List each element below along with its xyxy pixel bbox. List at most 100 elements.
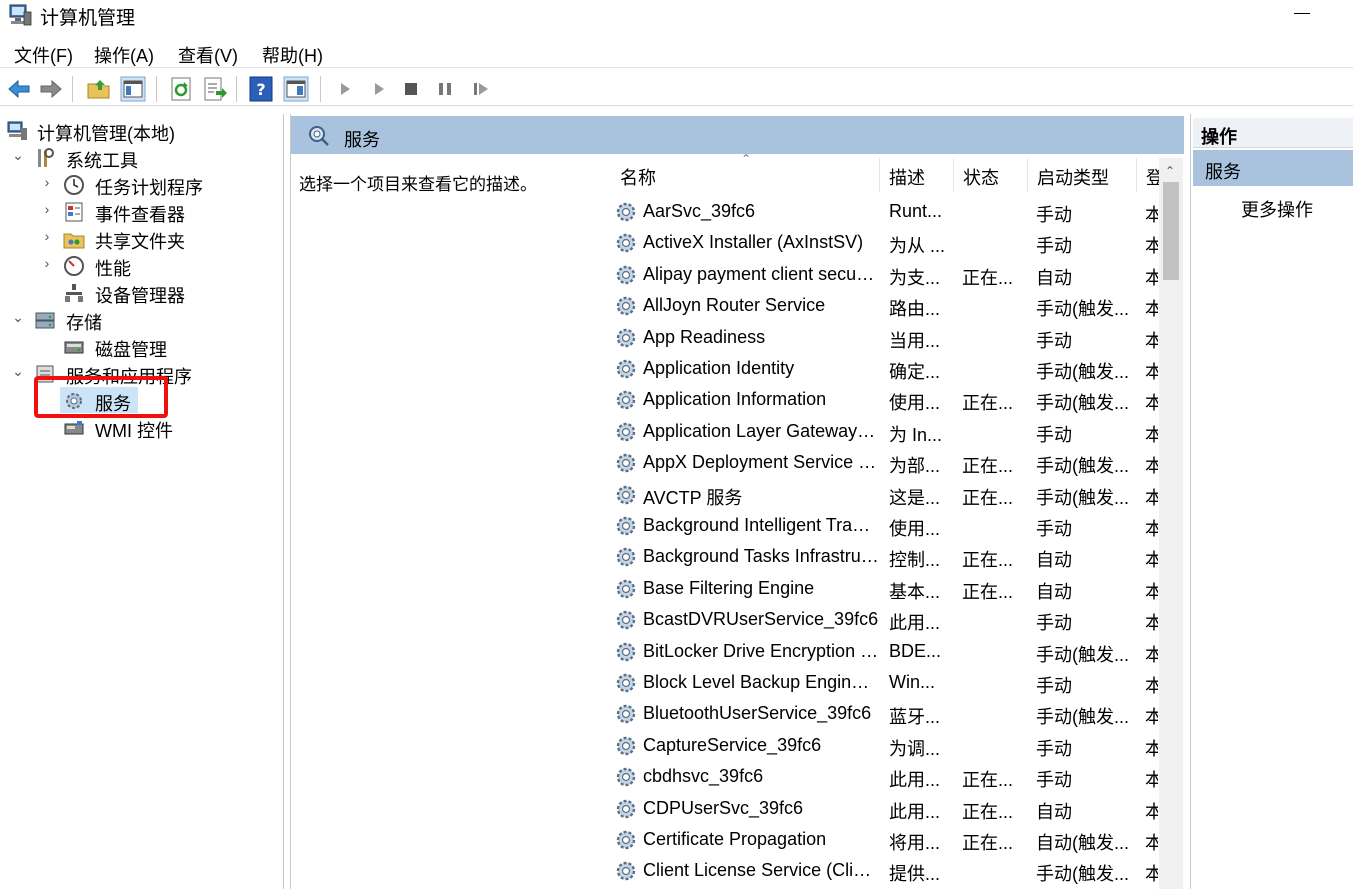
- service-row[interactable]: AllJoyn Router Service 路由... 手动(触发... 本: [612, 290, 1158, 321]
- service-row[interactable]: AppX Deployment Service (AppXSVC) 为部... 正在…: [612, 447, 1158, 478]
- service-logon: 本: [1145, 770, 1158, 791]
- forward-arrow-icon[interactable]: [38, 76, 64, 102]
- actions-pane: 操作 服务 更多操作: [1190, 114, 1353, 889]
- service-row[interactable]: ActiveX Installer (AxInstSV) 为从 ... 手动 本: [612, 227, 1158, 258]
- computer-management-icon: [7, 121, 27, 140]
- start-service-alt-icon[interactable]: [366, 76, 392, 102]
- service-startup-type: 自动: [1036, 801, 1072, 822]
- column-status[interactable]: 状态: [955, 158, 1028, 192]
- service-row[interactable]: App Readiness 当用... 手动 本: [612, 322, 1158, 353]
- chevron-down-icon[interactable]: ⌄: [11, 309, 25, 326]
- export-list-icon[interactable]: [202, 76, 228, 102]
- service-description: 为支...: [889, 267, 941, 288]
- resume-service-icon[interactable]: [468, 76, 494, 102]
- service-name: Certificate Propagation: [643, 829, 827, 849]
- service-logon: 本: [1145, 613, 1158, 634]
- service-startup-type: 手动: [1036, 613, 1072, 634]
- start-service-icon[interactable]: [332, 76, 358, 102]
- menu-file[interactable]: 文件(F): [14, 42, 73, 68]
- service-name: BcastDVRUserService_39fc6: [643, 609, 879, 630]
- menu-help[interactable]: 帮助(H): [262, 42, 323, 68]
- service-status: 正在...: [962, 393, 1014, 414]
- performance-gauge-icon: [64, 256, 84, 276]
- service-row[interactable]: CDPUserSvc_39fc6 此用... 正在... 自动 本: [612, 793, 1158, 824]
- service-row[interactable]: AVCTP 服务 这是... 正在... 手动(触发... 本: [612, 479, 1158, 510]
- service-startup-type: 自动(触发...: [1036, 833, 1129, 853]
- service-name: CaptureService_39fc6: [643, 734, 822, 755]
- service-description: 当用...: [889, 330, 941, 351]
- chevron-down-icon[interactable]: ⌄: [11, 147, 25, 164]
- service-row[interactable]: cbdhsvc_39fc6 此用... 正在... 手动 本: [612, 761, 1158, 792]
- shared-folder-icon: [63, 233, 85, 249]
- chevron-right-icon[interactable]: ›: [40, 228, 54, 244]
- service-name: Application Identity: [643, 358, 795, 378]
- service-row[interactable]: BitLocker Drive Encryption Service BDE...…: [612, 636, 1158, 667]
- show-tree-icon[interactable]: [120, 76, 146, 102]
- chevron-down-icon[interactable]: ⌄: [11, 363, 25, 380]
- service-logon: 本: [1145, 424, 1158, 445]
- gear-icon: [614, 671, 638, 695]
- navigation-tree: 计算机管理(本地) ⌄ 系统工具 › 任务计划程序 › 事件查看器 › 共享文件…: [0, 114, 284, 889]
- scroll-up-icon[interactable]: ⌃: [1165, 164, 1175, 178]
- minimize-button[interactable]: [1290, 0, 1318, 28]
- column-startup-type[interactable]: 启动类型: [1029, 158, 1137, 192]
- service-row[interactable]: Client License Service (ClipSVC) 提供... 手动(…: [612, 855, 1158, 886]
- service-logon: 本: [1145, 644, 1158, 665]
- service-logon: 本: [1145, 393, 1158, 414]
- column-name[interactable]: 名称: [612, 158, 880, 192]
- service-status: 正在...: [962, 581, 1014, 602]
- svg-text:?: ?: [256, 80, 265, 99]
- description-hint: 选择一个项目来查看它的描述。: [299, 175, 537, 194]
- service-row[interactable]: Background Intelligent Transfer Service 使…: [612, 510, 1158, 541]
- gear-icon: [614, 640, 638, 664]
- vertical-scrollbar[interactable]: ⌃: [1159, 158, 1183, 889]
- up-folder-icon[interactable]: [86, 76, 112, 102]
- chevron-right-icon[interactable]: ›: [40, 201, 54, 217]
- service-row[interactable]: Background Tasks Infrastructure Service 控…: [612, 541, 1158, 572]
- service-row[interactable]: BcastDVRUserService_39fc6 此用... 手动 本: [612, 604, 1158, 635]
- service-name: cbdhsvc_39fc6: [643, 766, 764, 787]
- service-logon: 本: [1145, 299, 1158, 320]
- service-row[interactable]: Certificate Propagation 将用... 正在... 自动(触发..…: [612, 824, 1158, 855]
- back-arrow-icon[interactable]: [6, 76, 32, 102]
- gear-icon: [614, 608, 638, 632]
- service-startup-type: 自动: [1036, 267, 1072, 288]
- actions-section-services[interactable]: 服务: [1193, 150, 1353, 186]
- service-description: 确定...: [889, 362, 941, 382]
- service-row[interactable]: Block Level Backup Engine Service Win... 手…: [612, 667, 1158, 698]
- service-status: 正在...: [962, 487, 1014, 508]
- column-logon[interactable]: 登: [1138, 158, 1164, 192]
- stop-service-icon[interactable]: [398, 76, 424, 102]
- service-row[interactable]: AarSvc_39fc6 Runt... 手动 本: [612, 196, 1158, 227]
- service-row[interactable]: Application Information 使用... 正在... 手动(触发..…: [612, 384, 1158, 415]
- service-row[interactable]: CaptureService_39fc6 为调... 手动 本: [612, 730, 1158, 761]
- service-row[interactable]: Application Layer Gateway Service 为 In...…: [612, 416, 1158, 447]
- menu-action[interactable]: 操作(A): [94, 42, 154, 68]
- service-description: 提供...: [889, 864, 941, 885]
- refresh-icon[interactable]: [168, 76, 194, 102]
- pause-service-icon[interactable]: [432, 76, 458, 102]
- column-description[interactable]: 描述: [881, 158, 954, 192]
- help-icon[interactable]: ?: [248, 76, 274, 102]
- more-actions-link[interactable]: 更多操作: [1241, 196, 1313, 222]
- red-highlight-box: [34, 376, 168, 418]
- chevron-right-icon[interactable]: ›: [40, 174, 54, 190]
- scroll-thumb[interactable]: [1163, 182, 1179, 280]
- service-row[interactable]: Base Filtering Engine 基本... 正在... 自动 本: [612, 573, 1158, 604]
- chevron-right-icon[interactable]: ›: [40, 255, 54, 271]
- service-startup-type: 自动: [1036, 550, 1072, 571]
- service-row[interactable]: BluetoothUserService_39fc6 蓝牙... 手动(触发... 本: [612, 698, 1158, 729]
- services-panel: 服务 选择一个项目来查看它的描述。 ⌃ 名称 描述 状态 启动类型 登 AarS…: [290, 114, 1184, 889]
- service-name: CDPUserSvc_39fc6: [643, 797, 804, 818]
- properties-icon[interactable]: [283, 76, 309, 102]
- menu-view[interactable]: 查看(V): [178, 42, 238, 68]
- service-logon: 本: [1145, 519, 1158, 539]
- disk-icon: [64, 341, 84, 354]
- toolbar: ?: [0, 70, 1353, 106]
- service-row[interactable]: Application Identity 确定... 手动(触发... 本: [612, 353, 1158, 384]
- tools-icon: [38, 148, 54, 167]
- gear-icon: [614, 859, 638, 883]
- services-list: AarSvc_39fc6 Runt... 手动本 ActiveX Installer …: [612, 196, 1158, 889]
- service-row[interactable]: Alipay payment client security service 为支…: [612, 259, 1158, 290]
- service-startup-type: 手动(触发...: [1036, 456, 1129, 477]
